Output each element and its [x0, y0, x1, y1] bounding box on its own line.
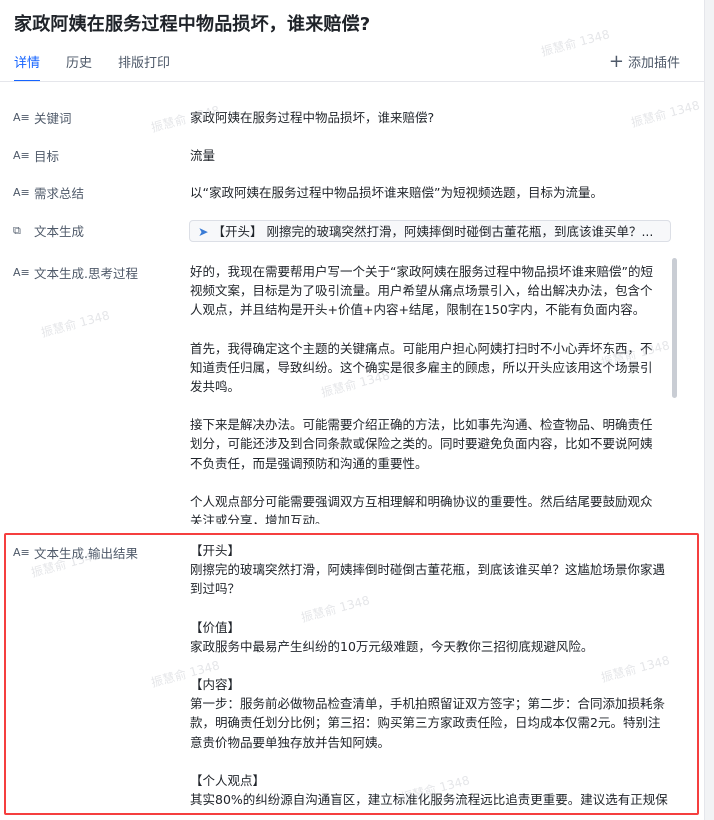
thinking-paragraph: 个人观点部分可能需要强调双方互相理解和明确协议的重要性。然后结尾要鼓励观众关注或…: [190, 493, 653, 524]
output-section-heading: 【个人观点】: [190, 772, 266, 788]
add-plugin-label: 添加插件: [627, 56, 680, 71]
output-section-body: 第一步：服务前必做物品检查清单，手机拍照留证双方签字；第二步：合同添加损耗条款，…: [190, 696, 666, 750]
field-label-keyword: A≡ 关键词: [13, 108, 72, 127]
window-edge: [704, 0, 714, 820]
page-title: 家政阿姨在服务过程中物品损坏，谁来赔偿?: [14, 14, 371, 35]
watermark: 振慧俞 1348: [39, 308, 112, 340]
output-section-heading: 【内容】: [190, 677, 241, 693]
watermark: 振慧俞 1348: [629, 98, 702, 130]
text-field-icon: A≡: [13, 186, 30, 199]
field-label-thinking: A≡ 文本生成.思考过程: [13, 263, 138, 282]
text-field-icon: A≡: [13, 149, 30, 162]
output-section-heading: 【价值】: [190, 619, 241, 635]
tab-details[interactable]: 详情: [14, 52, 41, 82]
field-label-text: 需求总结: [34, 186, 85, 201]
tab-bar: 详情 历史 排版打印: [14, 52, 196, 82]
watermark: 振慧俞 1348: [539, 27, 612, 59]
tabs-divider: [0, 81, 714, 82]
output-section: 【价值】 家政服务中最易产生纠纷的10万元级难题，今天教你三招彻底规避风险。: [190, 618, 670, 656]
textgen-preview-chip[interactable]: ➤ 【开头】 刚擦完的玻璃突然打滑，阿姨摔倒时碰倒古董花瓶，到底该谁买单？...: [189, 220, 671, 242]
field-label-text: 文本生成.思考过程: [34, 266, 138, 281]
field-label-text: 关键词: [34, 111, 72, 126]
plus-icon: +: [608, 50, 624, 72]
output-section-body: 家政服务中最易产生纠纷的10万元级难题，今天教你三招彻底规避风险。: [190, 638, 594, 654]
output-section-body: 其实80%的纠纷源自沟通盲区，建立标准化服务流程远比追责更重要。建议选有正规保险…: [190, 792, 668, 806]
thinking-process-text[interactable]: 好的，我现在需要帮用户写一个关于“家政阿姨在服务过程中物品损坏谁来赔偿”的短视频…: [190, 262, 658, 524]
output-section: 【开头】 刚擦完的玻璃突然打滑，阿姨摔倒时碰倒古董花瓶，到底该谁买单？这尴尬场景…: [190, 541, 670, 599]
field-label-text: 文本生成.输出结果: [34, 546, 138, 561]
bot-icon: ➤: [198, 224, 209, 239]
copy-icon: ⧉: [13, 223, 21, 237]
thinking-paragraph: 首先，我得确定这个主题的关键痛点。可能用户担心阿姨打扫时不小心弄坏东西，不知道责…: [190, 340, 653, 395]
ai-text-field-icon: A≡: [13, 546, 30, 559]
field-value-summary: 以“家政阿姨在服务过程中物品损坏谁来赔偿”为短视频选题，目标为流量。: [190, 185, 603, 200]
add-plugin-button[interactable]: + 添加插件: [609, 52, 680, 71]
textgen-preview-text: 【开头】 刚擦完的玻璃突然打滑，阿姨摔倒时碰倒古董花瓶，到底该谁买单？...: [212, 224, 654, 239]
field-label-text: 文本生成: [34, 224, 85, 239]
field-label-text: 目标: [34, 149, 60, 164]
field-label-output: A≡ 文本生成.输出结果: [13, 543, 138, 562]
output-section-heading: 【开头】: [190, 543, 241, 558]
thinking-paragraph: 好的，我现在需要帮用户写一个关于“家政阿姨在服务过程中物品损坏谁来赔偿”的短视频…: [190, 264, 653, 318]
field-label-textgen: ⧉ 文本生成: [13, 221, 84, 240]
field-value-keyword: 家政阿姨在服务过程中物品损坏，谁来赔偿?: [190, 110, 435, 125]
output-section: 【内容】 第一步：服务前必做物品检查清单，手机拍照留证双方签字；第二步：合同添加…: [190, 675, 670, 752]
field-label-goal: A≡ 目标: [13, 146, 59, 165]
tab-history[interactable]: 历史: [66, 52, 92, 82]
output-section: 【个人观点】 其实80%的纠纷源自沟通盲区，建立标准化服务流程远比追责更重要。建…: [190, 771, 670, 806]
thinking-scrollbar[interactable]: [672, 258, 677, 398]
tab-layout-print[interactable]: 排版打印: [118, 52, 170, 82]
output-section-body: 刚擦完的玻璃突然打滑，阿姨摔倒时碰倒古董花瓶，到底该谁买单？这尴尬场景你家遇到过…: [190, 562, 666, 597]
field-label-summary: A≡ 需求总结: [13, 183, 84, 202]
thinking-paragraph: 接下来是解决办法。可能需要介绍正确的方法，比如事先沟通、检查物品、明确责任划分，…: [190, 417, 653, 471]
output-result-text[interactable]: 【开头】 刚擦完的玻璃突然打滑，阿姨摔倒时碰倒古董花瓶，到底该谁买单？这尴尬场景…: [190, 541, 670, 806]
field-value-goal: 流量: [190, 148, 216, 163]
text-field-icon: A≡: [13, 111, 30, 124]
ai-text-field-icon: A≡: [13, 266, 30, 279]
